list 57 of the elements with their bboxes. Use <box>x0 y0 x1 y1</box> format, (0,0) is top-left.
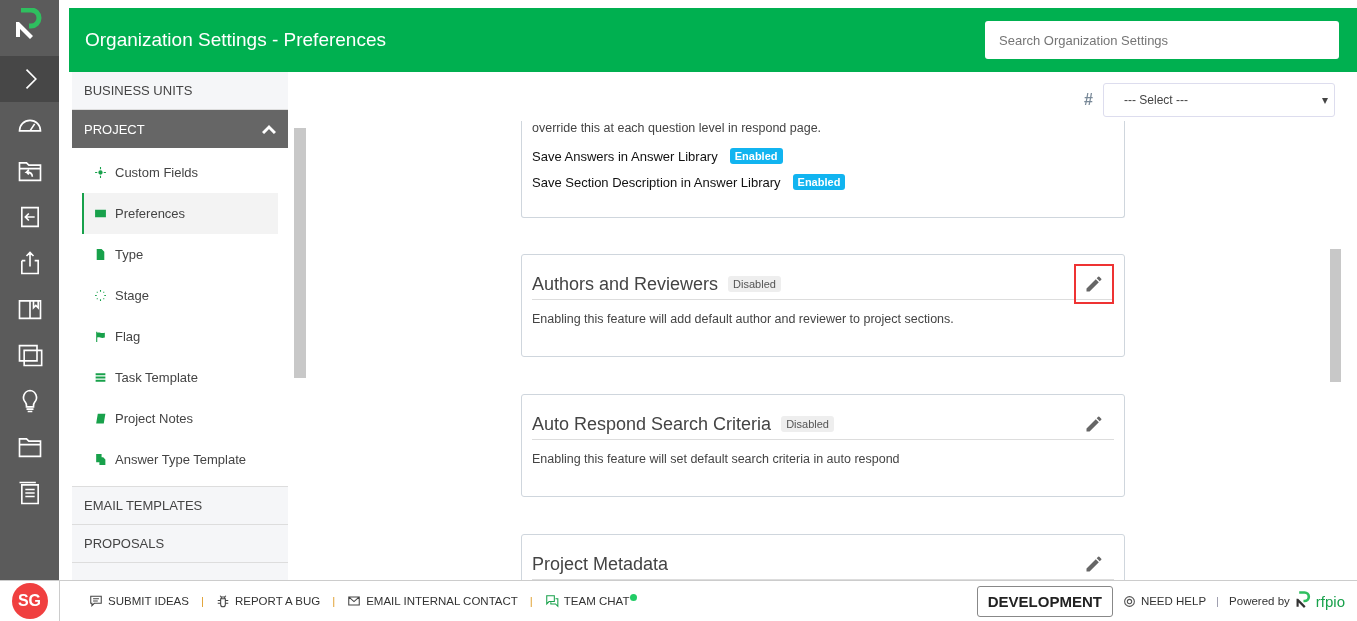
card-description: Enabling this feature will set default search criteria in auto respond <box>532 452 901 466</box>
mail-icon <box>347 594 362 608</box>
sidebar-item[interactable]: Project Notes <box>82 398 278 439</box>
search-field[interactable]: Search Organization Settings <box>985 21 1339 59</box>
file-icon <box>94 248 107 261</box>
card-description: override this at each question level in respond page. <box>532 121 823 135</box>
separator: | <box>529 595 533 607</box>
pencil-icon <box>1084 554 1104 574</box>
flag-icon <box>94 330 107 343</box>
collapse-icon <box>262 124 276 134</box>
footer-link[interactable]: SUBMIT IDEAS <box>89 594 189 608</box>
user-avatar[interactable]: SG <box>11 583 48 619</box>
separator: | <box>332 595 336 607</box>
sidebar-item[interactable]: Custom Fields <box>82 152 278 193</box>
status-badge: Disabled <box>781 416 834 432</box>
scrollbar-thumb[interactable] <box>294 128 306 378</box>
pencil-icon <box>1084 414 1104 434</box>
edit-button[interactable] <box>1074 264 1114 304</box>
separator: | <box>200 595 204 607</box>
expand-icon[interactable] <box>0 56 59 102</box>
sidebar-item[interactable]: Answer Type Template <box>82 439 278 480</box>
hash-icon: # <box>1084 90 1093 109</box>
powered-by-text: Powered by <box>1229 595 1290 607</box>
sidebar-item[interactable]: Preferences <box>82 193 278 234</box>
footer-link[interactable]: REPORT A BUG <box>215 594 321 608</box>
section-header[interactable]: PROPOSALS <box>72 525 288 563</box>
dots-icon <box>94 289 107 302</box>
sidebar-item[interactable]: Task Template <box>82 357 278 398</box>
status-badge: Enabled <box>792 174 846 190</box>
card-title: Authors and Reviewers <box>532 273 719 295</box>
lines-icon <box>94 371 107 384</box>
card-title: Auto Respond Search Criteria <box>532 413 772 435</box>
select-dropdown[interactable]: --- Select --- ▾ <box>1103 82 1335 117</box>
comment-icon <box>89 594 103 608</box>
status-badge: Disabled <box>728 276 781 292</box>
card-title: Project Metadata <box>532 553 669 575</box>
separator: | <box>1216 595 1220 607</box>
brand-name: rfpio <box>1315 592 1345 610</box>
sidebar-item[interactable]: Stage <box>82 275 278 316</box>
sidebar-item[interactable]: Type <box>82 234 278 275</box>
page-title: Organization Settings - Preferences <box>85 29 386 51</box>
scrollbar-thumb[interactable] <box>1330 249 1341 382</box>
chat-icon <box>544 594 559 608</box>
card-icon <box>94 207 107 220</box>
bug-icon <box>215 594 230 608</box>
environment-badge: DEVELOPMENT <box>976 585 1113 617</box>
help-link[interactable]: NEED HELP <box>1122 594 1207 608</box>
setting-label: Save Answers in Answer Library <box>532 148 718 164</box>
sidebar-item[interactable]: Flag <box>82 316 278 357</box>
pencil-icon <box>1084 274 1104 294</box>
setting-label: Save Section Description in Answer Library <box>532 174 781 190</box>
section-header[interactable]: PROJECT <box>72 110 288 148</box>
status-badge: Enabled <box>729 148 783 164</box>
footer-link[interactable]: EMAIL INTERNAL CONTACT <box>347 594 518 608</box>
section-header[interactable]: EMAIL TEMPLATES <box>72 487 288 525</box>
footer-link[interactable]: TEAM CHAT <box>544 594 630 608</box>
card-description: Enabling this feature will add default author and reviewer to project sections. <box>532 312 955 326</box>
